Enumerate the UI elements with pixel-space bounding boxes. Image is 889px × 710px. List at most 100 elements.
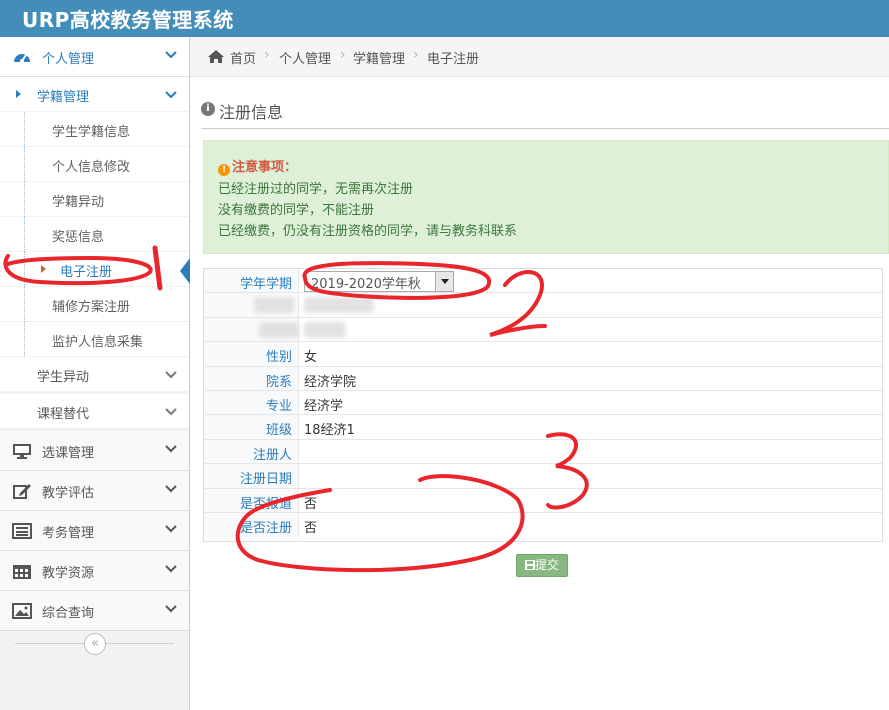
- form-label-cell: 注册日期: [204, 464, 299, 488]
- form-row-redacted: [204, 317, 882, 343]
- tree-line: [24, 217, 25, 252]
- form-row-department: 院系 经济学院: [204, 366, 882, 391]
- sidebar-item-label: 考务管理: [42, 526, 95, 541]
- form-label: 注册人: [252, 447, 292, 463]
- redacted-value: [304, 297, 374, 314]
- sidebar-leaf-label: 电子注册: [60, 265, 113, 280]
- notice-alert: ! 注意事项： 已经注册过的同学，无需再次注册 没有缴费的同学，不能注册 已经缴费…: [203, 140, 889, 254]
- form-value: 否: [304, 521, 318, 536]
- form-value: 否: [304, 496, 318, 512]
- form-label: 院系: [265, 374, 292, 390]
- sidebar-item-label: 选课管理: [42, 446, 95, 461]
- form-label: 专业: [265, 399, 292, 414]
- sidebar-item-exam[interactable]: 考务管理: [0, 511, 189, 551]
- form-label-cell: 性别: [204, 342, 299, 366]
- tree-line: [24, 147, 25, 182]
- caret-right-icon: [16, 90, 21, 98]
- form-row-reported: 是否报道 否: [204, 488, 882, 513]
- sidebar-subgroup-status[interactable]: 学籍管理: [0, 77, 189, 112]
- sidebar-leaf-student-info[interactable]: 学生学籍信息: [0, 112, 189, 147]
- notice-line: 已经缴费，仍没有注册资格的同学，请与教务科联系: [218, 224, 518, 239]
- submit-button-label: 提交: [534, 558, 559, 572]
- form-label-cell: [204, 293, 299, 317]
- divider: [201, 128, 889, 129]
- form-row-class: 班级 18经济1: [204, 415, 882, 440]
- breadcrumb-home[interactable]: 首页: [230, 48, 256, 67]
- sidebar-leaf-minor-registration[interactable]: 辅修方案注册: [0, 287, 189, 322]
- form-row-term: 学年学期 2019-2020学年秋: [204, 269, 882, 294]
- sidebar-item-course-selection[interactable]: 选课管理: [0, 431, 189, 471]
- chevron-down-icon: [165, 565, 177, 573]
- sidebar-item-evaluation[interactable]: 教学评估: [0, 471, 189, 511]
- chevron-down-icon: [165, 485, 177, 493]
- sidebar-item-label: 教学评估: [42, 486, 95, 501]
- sidebar-subgroup-label: 课程替代: [37, 407, 90, 422]
- sidebar-item-label: 个人管理: [42, 52, 95, 67]
- form-value: 18经济1: [304, 423, 355, 439]
- sidebar-leaf-e-registration[interactable]: 电子注册: [0, 252, 189, 287]
- redacted-label: [254, 297, 294, 314]
- app-title[interactable]: URP高校教务管理系统: [22, 4, 234, 33]
- form-label-cell: 专业: [204, 391, 299, 415]
- caret-right-icon: [41, 265, 46, 273]
- sidebar-subgroup-course-substitute[interactable]: 课程替代: [0, 394, 189, 429]
- form-label-cell: 学年学期: [204, 269, 299, 293]
- edit-icon: [13, 484, 31, 499]
- form-value: 经济学院: [304, 374, 357, 390]
- form-row-major: 专业 经济学: [204, 391, 882, 416]
- sidebar-leaf-edit-info[interactable]: 个人信息修改: [0, 147, 189, 182]
- form-row-registered: 是否注册 否: [204, 513, 882, 538]
- form-label: 是否注册: [239, 521, 292, 536]
- form-row-redacted: [204, 293, 882, 318]
- chevron-down-icon: [165, 371, 177, 379]
- sidebar-item-query[interactable]: 综合查询: [0, 591, 189, 631]
- sidebar-leaf-label: 监护人信息采集: [52, 335, 144, 350]
- sidebar-leaf-rewards[interactable]: 奖惩信息: [0, 217, 189, 252]
- sidebar-item-resources[interactable]: 教学资源: [0, 551, 189, 591]
- form-label: 注册日期: [239, 472, 292, 488]
- form-row-reg-date: 注册日期: [204, 464, 882, 489]
- sidebar-subgroup-student-change[interactable]: 学生异动: [0, 357, 189, 392]
- active-item-indicator: [180, 258, 190, 284]
- form-label: 学年学期: [239, 277, 292, 292]
- dashboard-icon: [14, 54, 30, 63]
- sidebar-collapse-area: «: [0, 631, 189, 657]
- term-select[interactable]: 2019-2020学年秋: [304, 271, 454, 292]
- form-label-cell: 院系: [204, 366, 299, 390]
- form-label-cell: 班级: [204, 415, 299, 439]
- chevron-down-icon: [165, 605, 177, 613]
- term-select-value: 2019-2020学年秋: [311, 277, 421, 292]
- calendar-icon: [13, 565, 31, 579]
- sidebar-leaf-label: 学籍异动: [52, 195, 105, 210]
- breadcrumb-separator: ›: [413, 47, 419, 63]
- notice-line: 没有缴费的同学，不能注册: [218, 203, 375, 218]
- breadcrumb-status[interactable]: 学籍管理: [353, 48, 405, 67]
- form-label-cell: 是否报道: [204, 488, 299, 512]
- sidebar-collapse-button[interactable]: «: [84, 633, 106, 655]
- redacted-label: [259, 321, 299, 338]
- submit-button[interactable]: 提交: [516, 554, 568, 577]
- form-label: 班级: [265, 423, 292, 439]
- sidebar-item-label: 综合查询: [42, 606, 95, 621]
- sidebar-leaf-status-change[interactable]: 学籍异动: [0, 182, 189, 217]
- chevron-down-icon: [165, 408, 177, 416]
- sidebar-item-personal[interactable]: 个人管理: [0, 37, 189, 77]
- sidebar-leaf-guardian-info[interactable]: 监护人信息采集: [0, 322, 189, 357]
- section-title-text: 注册信息: [219, 103, 284, 122]
- breadcrumb-separator: ›: [340, 47, 346, 63]
- breadcrumb-current: 电子注册: [427, 52, 480, 67]
- dropdown-arrow-icon[interactable]: [435, 272, 453, 291]
- sidebar-leaf-label: 奖惩信息: [52, 230, 105, 245]
- breadcrumb-personal[interactable]: 个人管理: [279, 48, 331, 67]
- form-value: 经济学: [304, 399, 344, 414]
- form-label-cell: 是否注册: [204, 513, 299, 538]
- tree-line: [24, 252, 25, 287]
- sidebar-leaf-label: 个人信息修改: [52, 160, 131, 175]
- sidebar-leaf-label: 学生学籍信息: [52, 125, 131, 140]
- sidebar-item-label: 教学资源: [42, 566, 95, 581]
- form-label: 是否报道: [239, 496, 292, 512]
- info-icon: i: [201, 102, 215, 116]
- sidebar-leaf-label: 辅修方案注册: [52, 300, 131, 315]
- home-icon[interactable]: [207, 49, 225, 64]
- chevron-down-icon: [165, 51, 177, 59]
